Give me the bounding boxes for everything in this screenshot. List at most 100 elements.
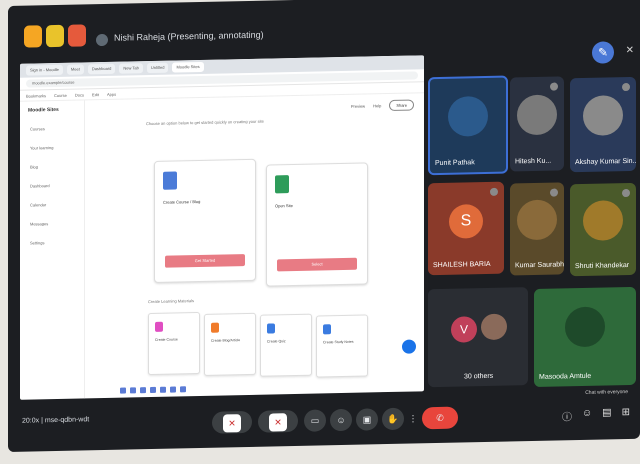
present-button[interactable]: ▣ bbox=[356, 408, 378, 431]
reactions-button[interactable]: ☺ bbox=[330, 408, 352, 432]
mic-button[interactable]: ✕ bbox=[212, 410, 252, 434]
participant-photo bbox=[481, 313, 507, 341]
meet-control-bar: 20:0x | mse-qdbn-wdt ✕ ✕ ▭ ☺ ▣ ✋ ⋮ ✆ Cha… bbox=[8, 389, 640, 452]
taskbar-app-icon[interactable] bbox=[180, 386, 186, 393]
info-icon[interactable]: ⓘ bbox=[562, 408, 572, 423]
browser-tab[interactable]: Dashboard bbox=[87, 63, 116, 75]
get-started-button[interactable]: Get Started bbox=[165, 254, 245, 268]
camera-button[interactable]: ✕ bbox=[258, 409, 298, 433]
material-icon bbox=[155, 321, 163, 332]
web-app: Moodle Sites Courses Your learning Blog … bbox=[20, 93, 424, 400]
material-card[interactable]: Create Quiz bbox=[260, 313, 312, 377]
taskbar-app-icon[interactable] bbox=[130, 387, 136, 394]
leave-call-button[interactable]: ✆ bbox=[422, 406, 458, 430]
select-button[interactable]: Select bbox=[277, 257, 357, 272]
browser-tab-active[interactable]: Moodle Sites bbox=[172, 61, 204, 73]
material-card[interactable]: Create Study Notes bbox=[316, 314, 368, 378]
annotate-pen-icon[interactable]: ✎ bbox=[592, 41, 614, 64]
participant-name: Akshay Kumar Sin... bbox=[575, 157, 636, 167]
present-icon: ▣ bbox=[362, 414, 372, 425]
others-count: 30 others bbox=[464, 372, 494, 381]
create-course-card[interactable]: Create Course / Blog Get Started bbox=[154, 158, 256, 283]
participant-photo bbox=[517, 94, 557, 135]
open-site-card[interactable]: Open Site Select bbox=[266, 162, 368, 287]
app-icon-2[interactable] bbox=[46, 24, 64, 48]
browser-tab[interactable]: Sign in - Moodle bbox=[26, 64, 63, 76]
material-label: Create Quiz bbox=[267, 339, 286, 344]
preview-button[interactable]: Preview bbox=[351, 104, 365, 109]
more-button[interactable]: ⋮ bbox=[408, 407, 418, 429]
participant-photo bbox=[517, 199, 557, 241]
hangup-icon: ✆ bbox=[436, 412, 444, 424]
material-label: Create Study Notes bbox=[323, 339, 354, 345]
participant-initial: V bbox=[451, 316, 477, 343]
sidebar-item[interactable]: Messages bbox=[20, 213, 84, 233]
participant-tile[interactable]: Masooda Amtule bbox=[534, 286, 636, 387]
people-icon[interactable]: ☺ bbox=[582, 408, 592, 423]
captions-button[interactable]: ▭ bbox=[304, 409, 326, 432]
participant-tile[interactable]: Kumar Saurabh bbox=[510, 182, 564, 276]
hand-icon: ✋ bbox=[387, 413, 399, 425]
sidebar-item[interactable]: Your learning bbox=[20, 137, 84, 157]
activities-icon[interactable]: ⊞ bbox=[622, 407, 630, 422]
share-button[interactable]: Share bbox=[389, 99, 414, 112]
meeting-time: 20:0x bbox=[22, 417, 40, 425]
sidebar-item[interactable]: Dashboard bbox=[20, 175, 84, 195]
material-card[interactable]: Create Course bbox=[148, 311, 200, 376]
taskbar-app-icon[interactable] bbox=[140, 387, 146, 394]
meeting-code: mse-qdbn-wdt bbox=[44, 416, 90, 425]
participant-photo bbox=[448, 95, 488, 137]
material-label: Create Course bbox=[155, 337, 178, 342]
participant-tile[interactable]: Shruti Khandekar bbox=[570, 182, 636, 277]
more-options-icon[interactable] bbox=[622, 82, 630, 92]
emoji-icon: ☺ bbox=[336, 414, 346, 426]
card-title: Create Course / Blog bbox=[163, 198, 201, 205]
participant-tile[interactable]: Hitesh Ku... bbox=[510, 76, 564, 172]
participant-tile[interactable]: S SHAILESH BARIA bbox=[428, 181, 504, 276]
document-icon bbox=[163, 171, 177, 190]
taskbar-app-icon[interactable] bbox=[170, 386, 176, 393]
document-icon bbox=[275, 175, 289, 194]
app-title: Moodle Sites bbox=[28, 106, 59, 114]
taskbar-app-icon[interactable] bbox=[150, 386, 156, 394]
chat-label: Chat with everyone bbox=[585, 389, 628, 396]
browser-tab[interactable]: Untitled bbox=[146, 62, 169, 74]
bookmark[interactable]: Apps bbox=[107, 91, 116, 96]
browser-tab[interactable]: New Tab bbox=[119, 63, 143, 74]
bookmark[interactable]: Edit bbox=[92, 92, 99, 97]
bookmark[interactable]: Docs bbox=[75, 92, 84, 97]
app-icon-3[interactable] bbox=[68, 24, 86, 47]
taskbar-app-icon[interactable] bbox=[160, 386, 166, 393]
material-card[interactable]: Create Blog/Article bbox=[204, 312, 256, 376]
intro-text: Choose an option below to get started qu… bbox=[146, 118, 264, 127]
chat-bubble-icon[interactable] bbox=[402, 339, 416, 354]
participant-tile[interactable]: Akshay Kumar Sin... bbox=[570, 76, 636, 173]
more-options-icon[interactable] bbox=[550, 188, 558, 197]
pin-icon[interactable]: ✕ bbox=[626, 45, 634, 56]
chat-icon[interactable]: ▤ bbox=[602, 407, 611, 422]
sidebar-item[interactable]: Calendar bbox=[20, 194, 84, 214]
more-options-icon[interactable] bbox=[550, 82, 558, 91]
app-icon-1[interactable] bbox=[24, 25, 42, 48]
help-button[interactable]: Help bbox=[373, 103, 381, 108]
camera-off-icon: ✕ bbox=[269, 412, 287, 432]
material-icon bbox=[323, 324, 331, 335]
more-options-icon[interactable] bbox=[490, 187, 498, 196]
bookmark[interactable]: Course bbox=[54, 92, 67, 97]
participant-name: Shruti Khandekar bbox=[575, 261, 630, 271]
sidebar-item[interactable]: Blog bbox=[20, 156, 84, 176]
participant-name: Hitesh Ku... bbox=[515, 157, 552, 166]
taskbar-app-icon[interactable] bbox=[120, 387, 126, 394]
participant-name: SHAILESH BARIA bbox=[433, 260, 491, 270]
section-label: Create Learning Materials bbox=[148, 298, 195, 305]
bookmark[interactable]: Bookmarks bbox=[26, 93, 46, 98]
presenting-icon bbox=[96, 33, 108, 47]
more-options-icon[interactable] bbox=[622, 188, 630, 198]
sidebar-item[interactable]: Courses bbox=[20, 118, 84, 138]
participant-tile[interactable]: Punit Pathak bbox=[428, 75, 508, 176]
participant-name: Punit Pathak bbox=[435, 159, 475, 168]
sidebar-item[interactable]: Settings bbox=[20, 232, 84, 252]
raise-hand-button[interactable]: ✋ bbox=[382, 407, 404, 431]
browser-tab[interactable]: Meet bbox=[66, 64, 84, 75]
others-tile[interactable]: V 30 others bbox=[428, 287, 528, 388]
